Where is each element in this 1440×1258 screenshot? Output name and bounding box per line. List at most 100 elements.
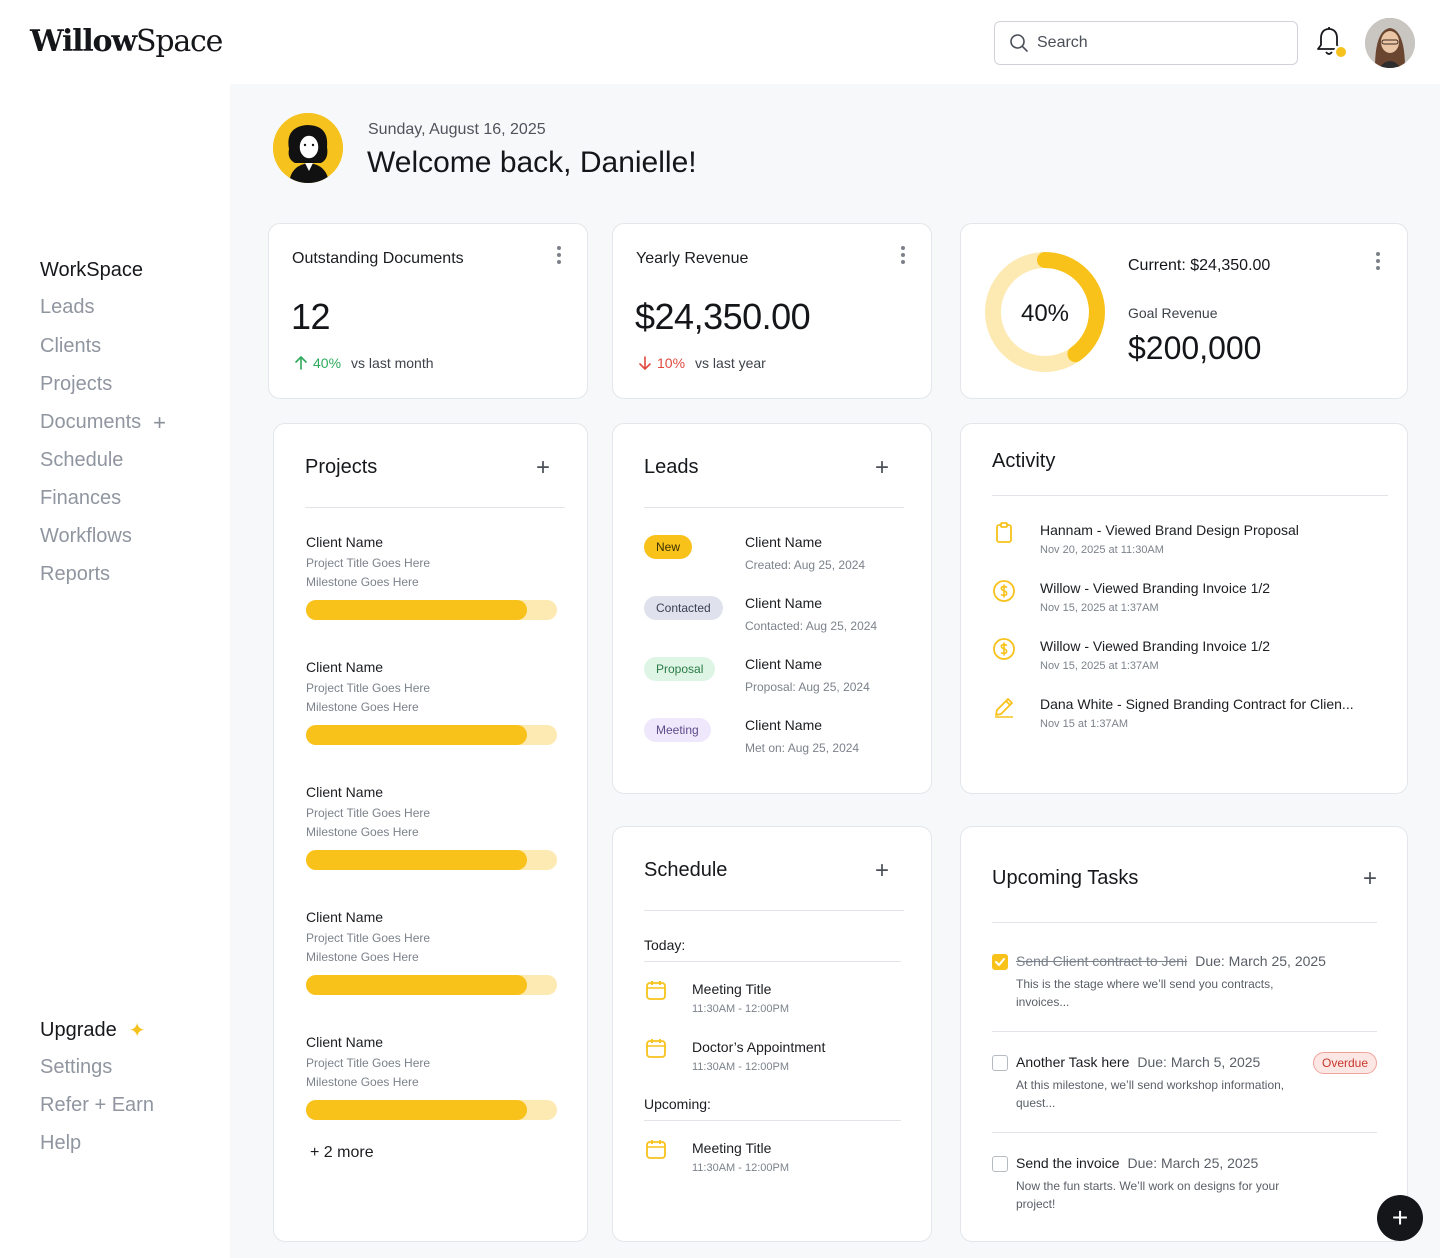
search-box[interactable] <box>994 21 1298 65</box>
activity-text[interactable]: Dana White - Signed Branding Contract fo… <box>1040 696 1370 712</box>
sidebar-item-help[interactable]: Help <box>40 1132 81 1155</box>
delta-percent: 10% <box>657 355 686 371</box>
lead-client-name[interactable]: Client Name <box>745 717 822 733</box>
upcoming-tasks-card: Upcoming Tasks + Send Client contract to… <box>960 826 1408 1242</box>
projects-card: Projects + Client Name Project Title Goes… <box>273 423 588 1242</box>
event-time: 11:30AM - 12:00PM <box>692 1061 790 1073</box>
lead-client-name[interactable]: Client Name <box>745 595 822 611</box>
lead-detail: Proposal: Aug 25, 2024 <box>745 680 870 694</box>
sidebar-item-settings[interactable]: Settings <box>40 1056 112 1079</box>
search-icon <box>1010 34 1028 52</box>
logo[interactable]: WillowSpace <box>30 24 223 59</box>
task-due: Due: March 25, 2025 <box>1195 953 1326 969</box>
dollar-icon <box>992 579 1016 603</box>
goal-percent: 40% <box>1021 300 1069 327</box>
task-checkbox[interactable] <box>992 1156 1008 1172</box>
project-client: Client Name <box>306 909 384 925</box>
sidebar-item-documents[interactable]: Documents + <box>40 411 166 434</box>
plus-icon: + <box>1391 1202 1409 1233</box>
sidebar-item-finances[interactable]: Finances <box>40 487 121 510</box>
project-item[interactable]: Client Name Project Title Goes Here Milest… <box>306 659 558 745</box>
add-event-button[interactable]: + <box>875 859 889 883</box>
more-options-icon[interactable] <box>557 246 561 267</box>
task-line[interactable]: Send the invoice Due: March 25, 2025 <box>1016 1155 1258 1171</box>
add-project-button[interactable]: + <box>536 456 550 480</box>
divider <box>644 961 901 962</box>
project-client: Client Name <box>306 784 384 800</box>
sidebar-item-label: Schedule <box>40 449 124 471</box>
current-date: Sunday, August 16, 2025 <box>368 121 546 138</box>
divider <box>992 922 1377 923</box>
sidebar-item-schedule[interactable]: Schedule <box>40 449 123 472</box>
project-title: Project Title Goes Here <box>306 931 431 945</box>
event-title[interactable]: Meeting Title <box>692 981 771 997</box>
task-description: Now the fun starts. We’ll work on design… <box>1016 1179 1280 1211</box>
delta-compare: vs last year <box>695 355 766 371</box>
sidebar-item-label: Workflows <box>40 525 132 547</box>
tasks-title: Upcoming Tasks <box>992 867 1139 889</box>
sidebar-item-reports[interactable]: Reports <box>40 563 110 586</box>
arrow-down-icon <box>639 356 651 370</box>
event-title[interactable]: Meeting Title <box>692 1140 771 1156</box>
add-lead-button[interactable]: + <box>875 456 889 480</box>
activity-text[interactable]: Hannam - Viewed Brand Design Proposal <box>1040 522 1370 538</box>
sidebar-item-refer[interactable]: Refer + Earn <box>40 1094 154 1117</box>
activity-time: Nov 20, 2025 at 11:30AM <box>1040 544 1164 556</box>
sidebar-item-label: Help <box>40 1132 82 1154</box>
project-progress-bar <box>306 1100 557 1120</box>
sidebar-item-projects[interactable]: Projects <box>40 373 112 396</box>
activity-card: Activity Hannam - Viewed Brand Design Pr… <box>960 423 1408 794</box>
lead-detail: Met on: Aug 25, 2024 <box>745 741 860 755</box>
dollar-icon <box>992 637 1016 661</box>
event-title[interactable]: Doctor’s Appointment <box>692 1039 825 1055</box>
task-line[interactable]: Another Task here Due: March 5, 2025 <box>1016 1054 1260 1070</box>
sparkle-icon: ✦ <box>128 1020 146 1042</box>
project-item[interactable]: Client Name Project Title Goes Here Milest… <box>306 784 558 870</box>
sidebar-item-upgrade[interactable]: Upgrade ✦ <box>40 1018 145 1043</box>
lead-client-name[interactable]: Client Name <box>745 656 822 672</box>
user-avatar[interactable] <box>1365 18 1415 68</box>
divider <box>992 1132 1377 1133</box>
stat-label: Yearly Revenue <box>636 250 749 267</box>
task-name: Another Task here <box>1016 1054 1130 1070</box>
schedule-card: Schedule + Today: Upcoming: Meeting Titl… <box>612 826 932 1242</box>
sidebar-item-workflows[interactable]: Workflows <box>40 525 132 548</box>
goal-label: Goal Revenue <box>1128 305 1218 321</box>
more-options-icon[interactable] <box>901 246 905 267</box>
sidebar-item-label: Documents <box>40 411 142 433</box>
sidebar-item-workspace[interactable]: WorkSpace <box>40 259 143 282</box>
arrow-up-icon <box>295 356 307 370</box>
task-description: At this milestone, we’ll send workshop i… <box>1016 1078 1285 1110</box>
add-document-icon[interactable]: + <box>153 411 166 434</box>
project-progress-fill <box>306 725 527 745</box>
project-item[interactable]: Client Name Project Title Goes Here Milest… <box>306 534 558 620</box>
more-projects-link[interactable]: + 2 more <box>310 1144 374 1162</box>
outstanding-documents-card: Outstanding Documents 12 40% vs last mon… <box>268 223 588 399</box>
project-item[interactable]: Client Name Project Title Goes Here Milest… <box>306 909 558 995</box>
project-progress-bar <box>306 975 557 995</box>
goal-revenue-card: 40% Current: $24,350.00 Goal Revenue $20… <box>960 223 1408 399</box>
schedule-title: Schedule <box>644 859 728 881</box>
lead-status-badge: New <box>644 535 693 559</box>
project-item[interactable]: Client Name Project Title Goes Here Milest… <box>306 1034 558 1120</box>
activity-text[interactable]: Willow - Viewed Branding Invoice 1/2 <box>1040 638 1370 654</box>
lead-client-name[interactable]: Client Name <box>745 534 822 550</box>
add-task-button[interactable]: + <box>1363 867 1377 891</box>
more-options-icon[interactable] <box>1376 252 1380 273</box>
activity-text[interactable]: Willow - Viewed Branding Invoice 1/2 <box>1040 580 1370 596</box>
task-checkbox[interactable] <box>992 1055 1008 1071</box>
project-progress-fill <box>306 1100 527 1120</box>
sidebar-item-clients[interactable]: Clients <box>40 335 101 358</box>
task-checkbox[interactable] <box>992 954 1008 970</box>
search-input[interactable] <box>1037 34 1277 52</box>
logo-light: Space <box>136 24 223 59</box>
lead-status-badge: Meeting <box>644 718 711 742</box>
task-name: Send the invoice <box>1016 1155 1120 1171</box>
notifications-button[interactable] <box>1314 26 1348 62</box>
sidebar-item-leads[interactable]: Leads <box>40 296 95 319</box>
floating-add-button[interactable]: + <box>1377 1195 1423 1241</box>
task-line[interactable]: Send Client contract to Jeni Due: March 2… <box>1016 953 1326 969</box>
top-bar: WillowSpace <box>0 0 1440 84</box>
stat-value: $24,350.00 <box>635 296 811 337</box>
delta-compare: vs last month <box>351 355 434 371</box>
